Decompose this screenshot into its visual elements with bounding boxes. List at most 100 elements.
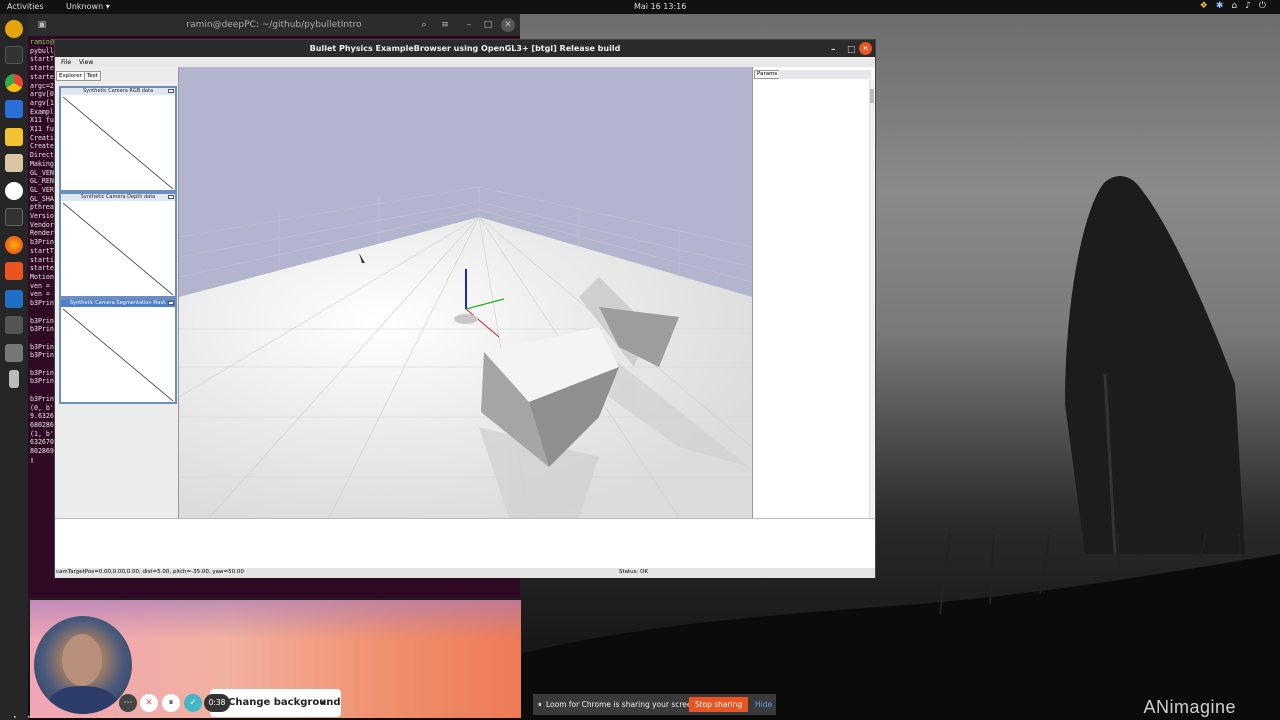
stop-sharing-button[interactable]: Stop sharing <box>689 697 748 712</box>
terminal-line: Making <box>30 159 54 168</box>
window-titlebar[interactable]: Bullet Physics ExampleBrowser using Open… <box>55 40 875 57</box>
terminal-line: Create <box>30 142 54 151</box>
bluetooth-icon[interactable]: ✱ <box>1216 1 1224 11</box>
3d-viewport[interactable] <box>179 67 752 518</box>
terminal-titlebar[interactable]: ramin@deepPC: ~/github/pybulletIntro ▣ ⌕… <box>28 14 520 36</box>
monitor-icon[interactable] <box>5 208 23 226</box>
app-menu[interactable]: Unknown ▾ <box>66 2 110 11</box>
chevron-down-icon: ▾ <box>105 2 110 11</box>
webcam-avatar[interactable] <box>34 616 132 714</box>
maximize-icon[interactable]: □ <box>481 18 495 32</box>
terminal-line: Versio <box>30 212 54 221</box>
scrollbar-thumb[interactable] <box>870 89 874 103</box>
status-bar: camTargetPos=0.00,0.00,0.00, dist=5.00, … <box>55 568 875 578</box>
new-tab-icon[interactable]: ▣ <box>35 18 49 32</box>
terminal-line: starti <box>30 255 54 264</box>
terminal-line: X11 fu <box>30 125 54 134</box>
clock[interactable]: Mai 16 13:16 <box>634 2 686 11</box>
terminal-line: Render <box>30 229 54 238</box>
menu-view[interactable]: View <box>79 59 93 66</box>
cancel-recording-icon[interactable]: ✕ <box>140 694 158 712</box>
rocket-silhouette <box>1065 176 1245 554</box>
editor-icon[interactable] <box>5 100 23 118</box>
terminal-line: 632670 <box>30 438 54 447</box>
terminal-line: Creati <box>30 133 54 142</box>
terminal-line: Exampl <box>30 107 54 116</box>
params-scrollbar[interactable] <box>869 80 874 518</box>
tab-test[interactable]: Test <box>84 71 101 81</box>
activities-button[interactable]: Activities <box>7 2 44 11</box>
search-icon[interactable]: ⌕ <box>417 18 431 32</box>
terminal-line: Direct <box>30 151 54 160</box>
power-icon[interactable]: ⏻ <box>1259 1 1266 11</box>
terminal-line: pybull <box>30 46 54 55</box>
camera-panel-segmentation[interactable]: Synthetic Camera Segmentation Mask <box>59 298 177 404</box>
terminal-line: 802869 <box>30 447 54 456</box>
minimize-icon[interactable] <box>168 301 174 305</box>
folder-icon[interactable] <box>5 154 23 172</box>
terminal-line: Motion <box>30 272 54 281</box>
files-icon[interactable] <box>5 128 23 146</box>
app-menu-label: Unknown <box>66 2 104 11</box>
terminal-line: b3Prin <box>30 351 54 360</box>
camera-image <box>63 309 173 401</box>
pause-icon[interactable]: ⏸ <box>162 694 180 712</box>
app-icon-ubuntu[interactable] <box>5 20 23 38</box>
tab-params[interactable]: Params <box>754 70 781 79</box>
more-options-icon[interactable]: ⋯ <box>119 694 137 712</box>
settings-icon[interactable] <box>5 316 23 334</box>
terminal-line: starte <box>30 72 54 81</box>
screen-share-notification: ⏸ Loom for Chrome is sharing your screen… <box>533 694 776 715</box>
active-app-icon[interactable] <box>5 344 23 362</box>
tab-explorer[interactable]: Explorer <box>56 71 85 81</box>
camera-panel-depth[interactable]: Synthetic Camera Depth data <box>59 192 177 298</box>
camera-panel-rgb[interactable]: Synthetic Camera RGB data <box>59 86 177 192</box>
slack-icon[interactable] <box>5 182 23 200</box>
software-icon[interactable] <box>5 262 23 280</box>
volume-icon[interactable]: ♪ <box>1245 1 1251 11</box>
hide-button[interactable]: Hide <box>755 700 772 709</box>
terminal-line: ven = <box>30 290 54 299</box>
terminal-line: starte <box>30 64 54 73</box>
chrome-icon[interactable] <box>5 74 23 92</box>
dropbox-icon[interactable]: ❖ <box>1200 1 1208 11</box>
camera-panel-title: Synthetic Camera Depth data <box>61 194 175 201</box>
finish-recording-icon[interactable]: ✓ <box>184 694 202 712</box>
network-icon[interactable]: ⌂ <box>1231 1 1237 11</box>
pause-icon: ⏸ <box>538 700 542 709</box>
close-icon[interactable]: ✕ <box>859 42 872 55</box>
system-tray[interactable]: ❖ ✱ ⌂ ♪ ⏻ <box>1200 1 1266 11</box>
terminal-line: (0, b' <box>30 403 54 412</box>
status-text: Status: OK <box>619 569 649 575</box>
menu-file[interactable]: File <box>61 59 71 66</box>
terminal-line: pthrea <box>30 203 54 212</box>
bullet-physics-window[interactable]: Bullet Physics ExampleBrowser using Open… <box>54 39 876 578</box>
vscode-icon[interactable] <box>5 290 23 308</box>
menu-icon[interactable]: ≡ <box>438 18 452 32</box>
share-message: Loom for Chrome is sharing your screen. <box>546 700 699 709</box>
drive-icon[interactable] <box>9 370 19 388</box>
params-panel: Params <box>752 67 875 518</box>
terminal-line: starte <box>30 264 54 273</box>
app-icon-terminal[interactable] <box>5 46 23 64</box>
terminal-line: GL_VEN <box>30 168 54 177</box>
person-silhouette <box>44 634 122 714</box>
menu-bar: File View <box>55 57 875 67</box>
terminal-line: b3Prin <box>30 238 54 247</box>
dock: ⋮⋮ <box>0 14 36 720</box>
firefox-icon[interactable] <box>5 236 23 254</box>
minimize-icon[interactable]: – <box>462 18 476 32</box>
terminal-line: (1, b' <box>30 429 54 438</box>
chevron-up-icon: ▴ <box>320 697 325 706</box>
terminal-line: GL_REN <box>30 177 54 186</box>
minimize-icon[interactable] <box>168 195 174 199</box>
close-icon[interactable]: ✕ <box>501 18 515 32</box>
minimize-icon[interactable] <box>168 89 174 93</box>
terminal-line: b3Prin <box>30 299 54 308</box>
terminal-line: b3Prin <box>30 316 54 325</box>
terminal-line: GL_SHA <box>30 194 54 203</box>
